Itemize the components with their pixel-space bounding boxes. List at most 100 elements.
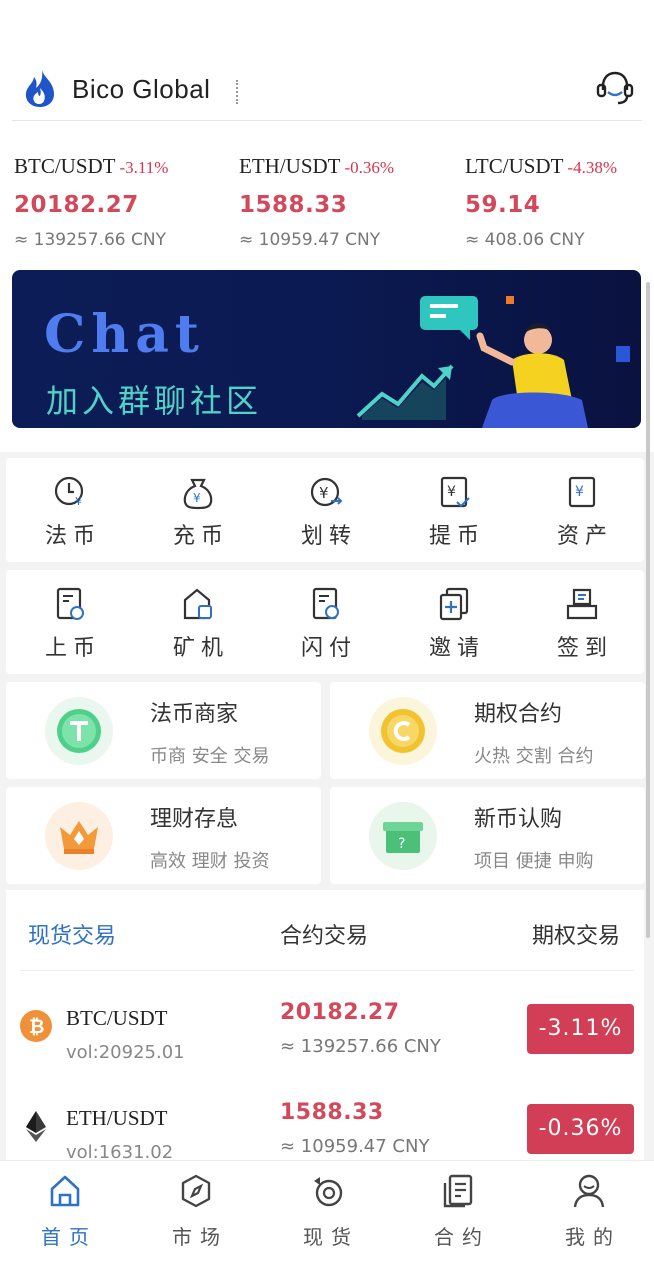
svg-text:₿: ₿ (29, 1016, 44, 1038)
compass-icon (181, 1174, 211, 1208)
ethereum-icon (26, 1111, 46, 1142)
app-header: Bico Global (0, 58, 654, 122)
change-badge[interactable]: -0.36% (527, 1104, 634, 1154)
banner-title: Chat (44, 304, 205, 365)
grid-item-listing[interactable]: 上币 (6, 570, 134, 674)
crown-icon (45, 802, 113, 870)
grid-item-label: 充币 (172, 524, 229, 549)
bottom-navigation: 首页 市场 现货 合约 我的 (0, 1160, 654, 1280)
tab-spot[interactable]: 现货交易 (28, 918, 116, 950)
feature-title: 法币商家 (150, 702, 239, 727)
yen-transfer-icon: ¥ (310, 477, 343, 507)
withdraw-receipt-icon: ¥ (440, 476, 470, 508)
asset-doc-icon: ¥ (568, 476, 596, 508)
feature-title: 理财存息 (150, 807, 239, 832)
scrollbar[interactable] (646, 282, 650, 938)
nav-market[interactable]: 市场 (131, 1161, 261, 1271)
bitcoin-icon: ₿ (20, 1010, 52, 1042)
banner-illustration (356, 296, 630, 428)
profile-icon (573, 1174, 605, 1208)
svg-text:¥: ¥ (75, 495, 82, 508)
money-bag-icon: ¥ (183, 478, 213, 510)
brand-suffix-mark (236, 80, 244, 104)
grid-item-invite[interactable]: 邀请 (390, 570, 518, 674)
grid-item-label: 闪付 (300, 636, 357, 661)
flash-pay-icon (312, 587, 339, 620)
nav-spot[interactable]: 现货 (262, 1161, 392, 1271)
market-list-panel: 现货交易 合约交易 期权交易 ₿ BTC/USDT vol:20925.01 2… (6, 890, 644, 1180)
ticker-pair: LTC/USDT -4.38% (465, 154, 617, 178)
grid-item-fiat[interactable]: ¥ 法币 (6, 458, 134, 562)
ticker-change: -0.36% (344, 158, 395, 177)
quick-actions-row-1: ¥ 法币 ¥ 充币 ¥ 划转 ¥ 提币 ¥ 资产 (6, 458, 644, 562)
header-divider (12, 120, 642, 121)
row-cny: ≈ 139257.66 CNY (280, 1036, 441, 1057)
ticker-cny: ≈ 408.06 CNY (465, 230, 585, 250)
nav-label: 现货 (303, 1225, 359, 1249)
grid-item-withdraw[interactable]: ¥ 提币 (390, 458, 518, 562)
mining-machine-icon (183, 588, 212, 620)
feature-card-fiat-merchant[interactable]: 法币商家 币商 安全 交易 (6, 682, 321, 779)
change-badge[interactable]: -3.11% (527, 1004, 634, 1054)
feature-card-new-coin[interactable]: ? 新币认购 项目 便捷 申购 (330, 787, 645, 884)
gift-box-icon: ? (369, 802, 437, 870)
quick-actions-row-2: 上币 矿机 闪付 邀请 签到 (6, 570, 644, 674)
home-icon (50, 1175, 80, 1207)
grid-item-label: 签到 (556, 636, 613, 661)
ticker-card[interactable]: LTC/USDT -4.38% 59.14 ≈ 408.06 CNY (465, 150, 651, 260)
chat-banner[interactable]: Chat 加入群聊社区 (12, 270, 641, 428)
ticker-price: 1588.33 (239, 192, 348, 218)
tab-options[interactable]: 期权交易 (532, 918, 620, 950)
nav-profile[interactable]: 我的 (524, 1161, 654, 1271)
customer-service-icon[interactable] (594, 68, 636, 108)
ticker-pair: ETH/USDT -0.36% (239, 154, 395, 178)
ticker-change: -4.38% (567, 158, 617, 177)
grid-item-label: 提币 (428, 524, 485, 549)
flame-logo-icon (25, 70, 54, 107)
contract-icon (443, 1174, 473, 1208)
tab-contract[interactable]: 合约交易 (280, 918, 368, 950)
ticker-cny: ≈ 10959.47 CNY (239, 230, 381, 250)
grid-item-deposit[interactable]: ¥ 充币 (134, 458, 262, 562)
svg-text:¥: ¥ (575, 484, 584, 500)
feature-subtitle: 币商 安全 交易 (150, 746, 270, 767)
svg-text:¥: ¥ (193, 491, 201, 505)
nav-label: 合约 (434, 1225, 490, 1249)
grid-item-label: 上币 (44, 636, 101, 661)
svg-text:?: ? (398, 836, 405, 852)
feature-subtitle: 高效 理财 投资 (150, 851, 270, 872)
nav-label: 首页 (41, 1225, 97, 1249)
feature-title: 新币认购 (474, 807, 563, 832)
feature-subtitle: 项目 便捷 申购 (474, 851, 594, 872)
grid-item-assets[interactable]: ¥ 资产 (518, 458, 646, 562)
nav-contract[interactable]: 合约 (393, 1161, 523, 1271)
row-cny: ≈ 10959.47 CNY (280, 1136, 430, 1157)
gold-coin-icon (369, 697, 437, 765)
ticker-price: 20182.27 (14, 192, 139, 218)
feature-card-options[interactable]: 期权合约 火热 交割 合约 (330, 682, 645, 779)
grid-item-check-in[interactable]: 签到 (518, 570, 646, 674)
row-pair: ETH/USDT (66, 1106, 168, 1130)
grid-item-mining[interactable]: 矿机 (134, 570, 262, 674)
ticker-card[interactable]: BTC/USDT -3.11% 20182.27 ≈ 139257.66 CNY (14, 150, 234, 260)
spot-icon (314, 1177, 343, 1207)
row-pair: BTC/USDT (66, 1006, 168, 1030)
ticker-cny: ≈ 139257.66 CNY (14, 230, 166, 250)
nav-label: 市场 (172, 1225, 228, 1249)
ticker-card[interactable]: ETH/USDT -0.36% 1588.33 ≈ 10959.47 CNY (239, 150, 459, 260)
grid-item-transfer[interactable]: ¥ 划转 (262, 458, 390, 562)
list-coin-icon (56, 587, 84, 620)
tether-coin-icon (45, 697, 113, 765)
invite-icon (439, 587, 469, 621)
brand-name: Bico Global (72, 74, 211, 104)
grid-item-label: 邀请 (428, 636, 485, 661)
ticker-change: -3.11% (119, 158, 169, 177)
banner-subtitle: 加入群聊社区 (46, 382, 263, 420)
nav-label: 我的 (565, 1225, 621, 1249)
nav-home[interactable]: 首页 (0, 1161, 130, 1271)
grid-item-flash-pay[interactable]: 闪付 (262, 570, 390, 674)
row-price: 20182.27 (280, 1000, 400, 1025)
feature-title: 期权合约 (474, 702, 563, 727)
feature-card-savings[interactable]: 理财存息 高效 理财 投资 (6, 787, 321, 884)
table-row[interactable]: ₿ BTC/USDT vol:20925.01 20182.27 ≈ 13925… (6, 998, 644, 1088)
